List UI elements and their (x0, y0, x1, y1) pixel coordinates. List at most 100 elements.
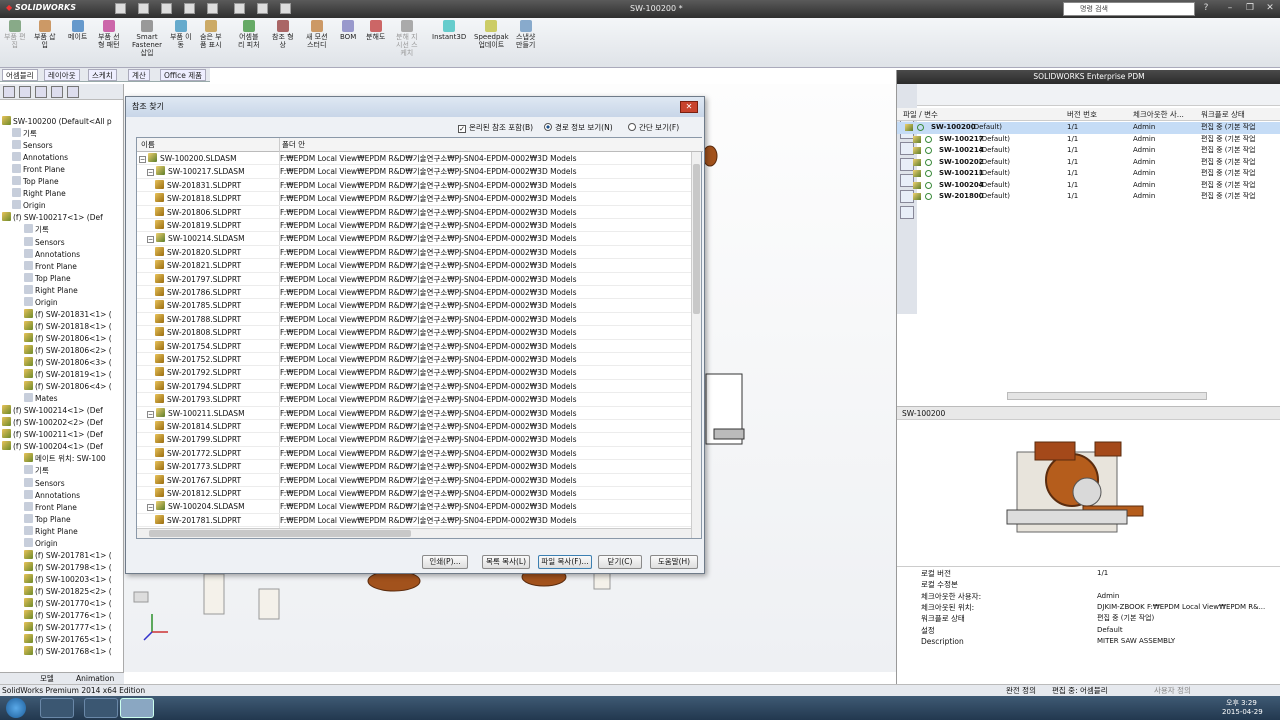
path-option[interactable]: 경로 정보 보기(N) (544, 123, 613, 133)
reference-row[interactable]: SW-201821.SLDPRT F:₩EPDM Local View₩EPDM … (137, 259, 691, 273)
open-icon[interactable] (138, 3, 149, 14)
explorer-icon[interactable] (84, 698, 118, 718)
expand-icon[interactable]: − (147, 169, 154, 177)
cmd-tab[interactable]: 스케치 (88, 69, 117, 81)
col-workflow[interactable]: 워크플로 상태 (1201, 108, 1245, 121)
command-13[interactable]: Instant3D (432, 20, 466, 41)
tree-item[interactable]: (f) SW-201818<1> ( (24, 320, 112, 333)
pdm-file-row[interactable]: SW-100204 (Default) 1/1 Admin 편집 중 (기본 작업 (897, 180, 1280, 192)
tree-item[interactable]: Annotations (12, 152, 68, 164)
tree-item[interactable]: (f) SW-100203<1> ( (24, 573, 112, 586)
tree-item[interactable]: (f) SW-201806<2> ( (24, 344, 112, 357)
reference-row[interactable]: SW-201794.SLDPRT F:₩EPDM Local View₩EPDM … (137, 379, 691, 394)
tree-item[interactable]: (f) SW-201806<3> ( (24, 357, 112, 369)
col-name[interactable]: 이름 (141, 138, 155, 152)
tree-item[interactable]: 메이트 위치: SW-100 (24, 453, 106, 465)
reference-row[interactable]: SW-201785.SLDPRT F:₩EPDM Local View₩EPDM … (137, 299, 691, 313)
tree-item[interactable]: SW-100200 (Default<All p (2, 116, 112, 128)
command-1[interactable]: 부품 삽 입 (34, 20, 56, 49)
tree-item[interactable]: (f) SW-201765<1> ( (24, 634, 112, 646)
command-11[interactable]: 분해도 (366, 20, 385, 41)
reference-row[interactable]: SW-201772.SLDPRT F:₩EPDM Local View₩EPDM … (137, 446, 691, 461)
command-6[interactable]: 숨은 부 품 표시 (200, 20, 222, 49)
tree-item[interactable]: Sensors (12, 140, 53, 152)
new-icon[interactable] (115, 3, 126, 14)
tree-item[interactable]: Top Plane (24, 513, 71, 526)
tree-item[interactable]: Sensors (24, 477, 65, 490)
reference-row[interactable]: SW-201831.SLDPRT F:₩EPDM Local View₩EPDM … (137, 178, 691, 193)
tree-item[interactable]: (f) SW-201777<1> ( (24, 622, 112, 634)
tree-item[interactable]: (f) SW-100202<2> (Def (2, 417, 103, 429)
bottom-tab[interactable]: Animation (76, 673, 114, 684)
col-folder[interactable]: 폴더 안 (279, 138, 305, 152)
dialog-close-button[interactable]: ✕ (680, 101, 698, 113)
pdm-file-row[interactable]: SW-100200 (Default) 1/1 Admin 편집 중 (기본 작업 (897, 122, 1280, 134)
col-checked-by[interactable]: 체크아웃한 사... (1133, 108, 1184, 121)
command-10[interactable]: BOM (340, 20, 356, 41)
tree-item[interactable]: Mates (24, 393, 58, 405)
help-button[interactable]: 도움말(H) (650, 555, 698, 569)
pdm-file-row[interactable]: SW-201800 (Default) 1/1 Admin 편집 중 (기본 작업 (897, 191, 1280, 203)
pdm-file-row[interactable]: SW-100211 (Default) 1/1 Admin 편집 중 (기본 작업 (897, 168, 1280, 180)
reference-row[interactable]: − SW-100214.SLDASM F:₩EPDM Local View₩EPDM… (137, 232, 691, 246)
expand-icon[interactable]: − (147, 236, 154, 244)
tree-item[interactable]: Top Plane (12, 176, 59, 188)
col-version[interactable]: 버전 번호 (1067, 108, 1097, 121)
command-5[interactable]: 부품 이 동 (170, 20, 192, 49)
tree-item[interactable]: Origin (24, 537, 58, 550)
path-radio[interactable] (544, 123, 552, 131)
reference-row[interactable]: SW-201812.SLDPRT F:₩EPDM Local View₩EPDM … (137, 487, 691, 501)
reference-row[interactable]: − SW-100211.SLDASM F:₩EPDM Local View₩EPDM… (137, 406, 691, 420)
tree-item[interactable]: (f) SW-201776<1> ( (24, 610, 112, 622)
command-9[interactable]: 새 모션 스터디 (306, 20, 328, 49)
brief-checkbox[interactable]: ✓ (458, 125, 466, 133)
custom-units-text[interactable]: 사용자 정의 (1154, 685, 1191, 696)
reference-row[interactable]: SW-201792.SLDPRT F:₩EPDM Local View₩EPDM … (137, 366, 691, 380)
tree-item[interactable]: Front Plane (24, 501, 77, 514)
save-icon[interactable] (161, 3, 172, 14)
reference-row[interactable]: SW-201799.SLDPRT F:₩EPDM Local View₩EPDM … (137, 433, 691, 447)
cmd-tab[interactable]: 레이아웃 (44, 69, 80, 81)
expand-icon[interactable]: − (139, 156, 146, 163)
chrome-icon[interactable] (40, 698, 74, 718)
print-icon[interactable] (184, 3, 195, 14)
tree-item[interactable]: Origin (24, 296, 58, 309)
reference-row[interactable]: SW-201819.SLDPRT F:₩EPDM Local View₩EPDM … (137, 219, 691, 233)
pdm-file-row[interactable]: SW-100214 (Default) 1/1 Admin 편집 중 (기본 작업 (897, 145, 1280, 157)
reference-row[interactable]: SW-201808.SLDPRT F:₩EPDM Local View₩EPDM … (137, 326, 691, 340)
select-icon[interactable] (234, 3, 245, 14)
simple-option[interactable]: 간단 보기(F) (628, 123, 679, 133)
tree-item[interactable]: (f) SW-100214<1> (Def (2, 405, 103, 417)
tree-item[interactable]: (f) SW-100204<1> (Def (2, 441, 103, 453)
tree-item[interactable]: 기록 (12, 128, 37, 140)
reference-row[interactable]: SW-201793.SLDPRT F:₩EPDM Local View₩EPDM … (137, 393, 691, 407)
close-button[interactable]: ✕ (1264, 3, 1276, 14)
reference-row[interactable]: SW-201786.SLDPRT F:₩EPDM Local View₩EPDM … (137, 286, 691, 300)
tree-item[interactable]: Origin (12, 200, 46, 212)
command-3[interactable]: 부품 선 형 패턴 (98, 20, 120, 49)
tree-item[interactable]: Right Plane (12, 188, 66, 200)
config-manager-icon[interactable] (35, 86, 47, 98)
tree-item[interactable]: Front Plane (24, 260, 77, 273)
tree-item[interactable]: (f) SW-201819<1> ( (24, 369, 112, 381)
tree-item[interactable]: 기록 (24, 465, 49, 477)
brief-option[interactable]: ✓ 온리된 참조 포함(B) (458, 123, 533, 133)
command-12[interactable]: 분해 지 시선 스 케치 (396, 20, 418, 57)
tree-item[interactable]: (f) SW-201770<1> ( (24, 598, 112, 610)
tree-item[interactable]: Annotations (24, 489, 80, 502)
copy-list-button[interactable]: 목록 복사(L) (482, 555, 530, 569)
reference-row[interactable]: SW-201818.SLDPRT F:₩EPDM Local View₩EPDM … (137, 192, 691, 206)
command-15[interactable]: 스냅샷 만들기 (516, 20, 535, 49)
tree-item[interactable]: Front Plane (12, 164, 65, 176)
reference-row[interactable]: SW-201773.SLDPRT F:₩EPDM Local View₩EPDM … (137, 460, 691, 474)
cmd-tab[interactable]: Office 제품 (160, 69, 207, 81)
close-dialog-button[interactable]: 닫기(C) (598, 555, 642, 569)
tree-item[interactable]: Sensors (24, 236, 65, 249)
tree-item[interactable]: (f) SW-201781<1> ( (24, 549, 112, 562)
bottom-tab[interactable]: 모델 (40, 673, 54, 684)
reference-row[interactable]: SW-201806.SLDPRT F:₩EPDM Local View₩EPDM … (137, 205, 691, 219)
tree-item[interactable]: Annotations (24, 248, 80, 261)
col-file[interactable]: 파일 / 변수 (903, 108, 938, 121)
grid-hscroll[interactable] (137, 528, 691, 538)
cmd-tab[interactable]: 어셈블리 (2, 69, 38, 81)
